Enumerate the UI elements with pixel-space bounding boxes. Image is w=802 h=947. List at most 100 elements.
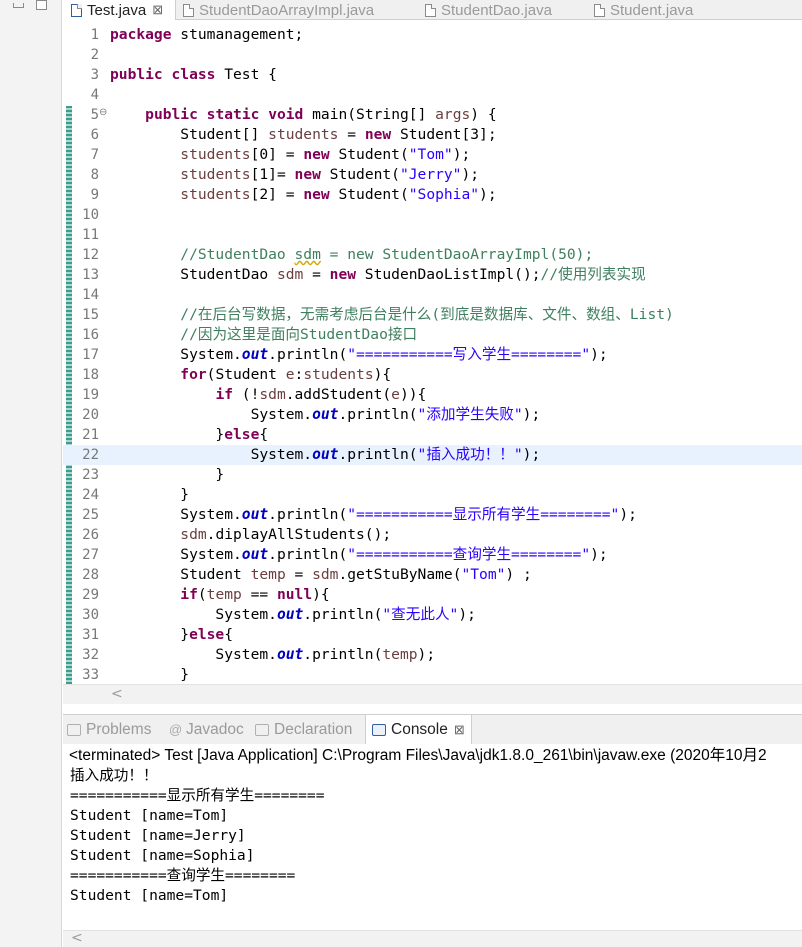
code-line[interactable]: 20 System.out.println("添加学生失败");: [63, 405, 802, 425]
code-token: (: [197, 586, 207, 603]
code-token: .println(: [268, 506, 348, 523]
code-text: if(temp == null){: [110, 585, 329, 605]
console-output[interactable]: <terminated> Test [Java Application] C:\…: [63, 744, 802, 930]
code-text: }: [110, 485, 189, 505]
tab-studentdao-java[interactable]: StudentDao.java: [425, 0, 552, 20]
line-number: 30: [82, 607, 99, 623]
maximize-view-icon[interactable]: [36, 0, 47, 10]
code-line[interactable]: 26 sdm.diplayAllStudents();: [63, 525, 802, 545]
tab-student-java[interactable]: Student.java: [594, 0, 693, 20]
editor-horizontal-scrollbar[interactable]: <: [63, 684, 802, 704]
code-token: public: [145, 106, 198, 123]
close-tab-icon[interactable]: ⊠: [454, 722, 465, 738]
code-line[interactable]: 18 for(Student e:students){: [63, 365, 802, 385]
code-line[interactable]: 24 }: [63, 485, 802, 505]
console-line: ===========查询学生========: [70, 867, 296, 884]
code-token: main(String[]: [303, 106, 436, 123]
code-token: }: [110, 426, 225, 443]
code-token: }: [110, 666, 190, 683]
tab-label: Problems: [86, 721, 152, 738]
scroll-left-icon[interactable]: <: [111, 686, 123, 702]
code-line[interactable]: 14: [63, 285, 802, 305]
tab-studentdaoarrayimpl-java[interactable]: StudentDaoArrayImpl.java: [183, 0, 374, 20]
code-text: System.out.println("插入成功！！");: [110, 445, 541, 465]
line-number: 2: [90, 47, 99, 63]
line-number: 9: [90, 187, 99, 203]
code-token: args: [435, 106, 471, 123]
code-token: );: [522, 406, 541, 423]
code-text: System.out.println("查无此人");: [110, 605, 475, 625]
code-token: = new StudentDaoArrayImpl(50);: [320, 246, 594, 263]
fold-collapse-icon[interactable]: ⊖: [99, 107, 107, 118]
code-line[interactable]: 7 students[0] = new Student("Tom");: [63, 145, 802, 165]
code-line[interactable]: 29 if(temp == null){: [63, 585, 802, 605]
tab-declaration[interactable]: Declaration: [255, 715, 352, 745]
code-line[interactable]: 9 students[2] = new Student("Sophia");: [63, 185, 802, 205]
code-line[interactable]: 4: [63, 85, 802, 105]
code-line[interactable]: 11: [63, 225, 802, 245]
scroll-left-icon[interactable]: <: [71, 930, 83, 946]
code-line[interactable]: 25 System.out.println("===========显示所有学生…: [63, 505, 802, 525]
console-line: ===========显示所有学生========: [70, 787, 325, 804]
tab-test-java[interactable]: Test.java ⊠: [63, 0, 176, 20]
code-line[interactable]: 2: [63, 45, 802, 65]
code-token: System.: [110, 506, 242, 523]
line-number: 22: [82, 447, 99, 463]
code-line[interactable]: 10: [63, 205, 802, 225]
code-line[interactable]: 16 //因为这里是面向StudentDao接口: [63, 325, 802, 345]
console-line: 插入成功！！: [70, 767, 158, 784]
code-token: package: [110, 26, 172, 43]
code-token: "===========查询学生========": [347, 546, 591, 563]
line-number: 25: [82, 507, 99, 523]
line-number: 17: [82, 347, 99, 363]
code-token: "Tom": [408, 146, 453, 163]
code-line[interactable]: 33 }: [63, 665, 802, 685]
code-line[interactable]: 5 ⊖ public static void main(String[] args…: [63, 105, 802, 125]
tab-label: Declaration: [274, 721, 353, 738]
code-line[interactable]: 27 System.out.println("===========查询学生==…: [63, 545, 802, 565]
tab-javadoc[interactable]: @ Javadoc: [169, 715, 244, 745]
code-line[interactable]: 21 }else{: [63, 425, 802, 445]
code-line[interactable]: 3 public class Test {: [63, 65, 802, 85]
code-line[interactable]: 23 }: [63, 465, 802, 485]
code-line[interactable]: 1 package stumanagement;: [63, 25, 802, 45]
code-line[interactable]: 19 if (!sdm.addStudent(e)){: [63, 385, 802, 405]
code-line[interactable]: 17 System.out.println("===========写入学生==…: [63, 345, 802, 365]
code-token: temp: [250, 566, 286, 583]
code-line[interactable]: 31 }else{: [63, 625, 802, 645]
code-editor[interactable]: 1 package stumanagement; 2 3 public class Te…: [63, 20, 802, 686]
code-token: e: [391, 386, 400, 403]
code-token: Student[3];: [391, 126, 497, 143]
code-token: public: [110, 66, 163, 83]
tab-label: StudentDao.java: [441, 1, 552, 19]
code-token: new: [303, 186, 330, 203]
code-token: [1]=: [250, 166, 295, 183]
code-token: sdm: [259, 386, 286, 403]
line-number: 16: [82, 327, 99, 343]
tab-problems[interactable]: Problems: [67, 715, 151, 745]
code-token: temp: [382, 646, 418, 663]
code-token: );: [590, 546, 608, 563]
code-line[interactable]: 6 Student[] students = new Student[3];: [63, 125, 802, 145]
code-line[interactable]: 8 students[1]= new Student("Jerry");: [63, 165, 802, 185]
close-tab-icon[interactable]: ⊠: [152, 2, 163, 18]
code-line[interactable]: 30 System.out.println("查无此人");: [63, 605, 802, 625]
tab-console[interactable]: Console ⊠: [365, 715, 472, 745]
code-line[interactable]: 22 System.out.println("插入成功！！");: [63, 445, 802, 465]
java-file-icon: [594, 3, 605, 17]
line-number: 4: [90, 87, 99, 103]
code-line[interactable]: 28 Student temp = sdm.getStuByName("Tom"…: [63, 565, 802, 585]
code-line[interactable]: 13 StudentDao sdm = new StudenDaoListImp…: [63, 265, 802, 285]
problems-icon: [67, 724, 81, 736]
code-line[interactable]: 32 System.out.println(temp);: [63, 645, 802, 665]
console-horizontal-scrollbar[interactable]: <: [63, 930, 802, 947]
code-token: new: [329, 266, 357, 283]
minimize-view-icon[interactable]: [13, 3, 24, 8]
code-line[interactable]: 12 //StudentDao sdm = new StudentDaoArra…: [63, 245, 802, 265]
code-line[interactable]: 15 //在后台写数据，无需考虑后台是什么(到底是数据库、文件、数组、List): [63, 305, 802, 325]
